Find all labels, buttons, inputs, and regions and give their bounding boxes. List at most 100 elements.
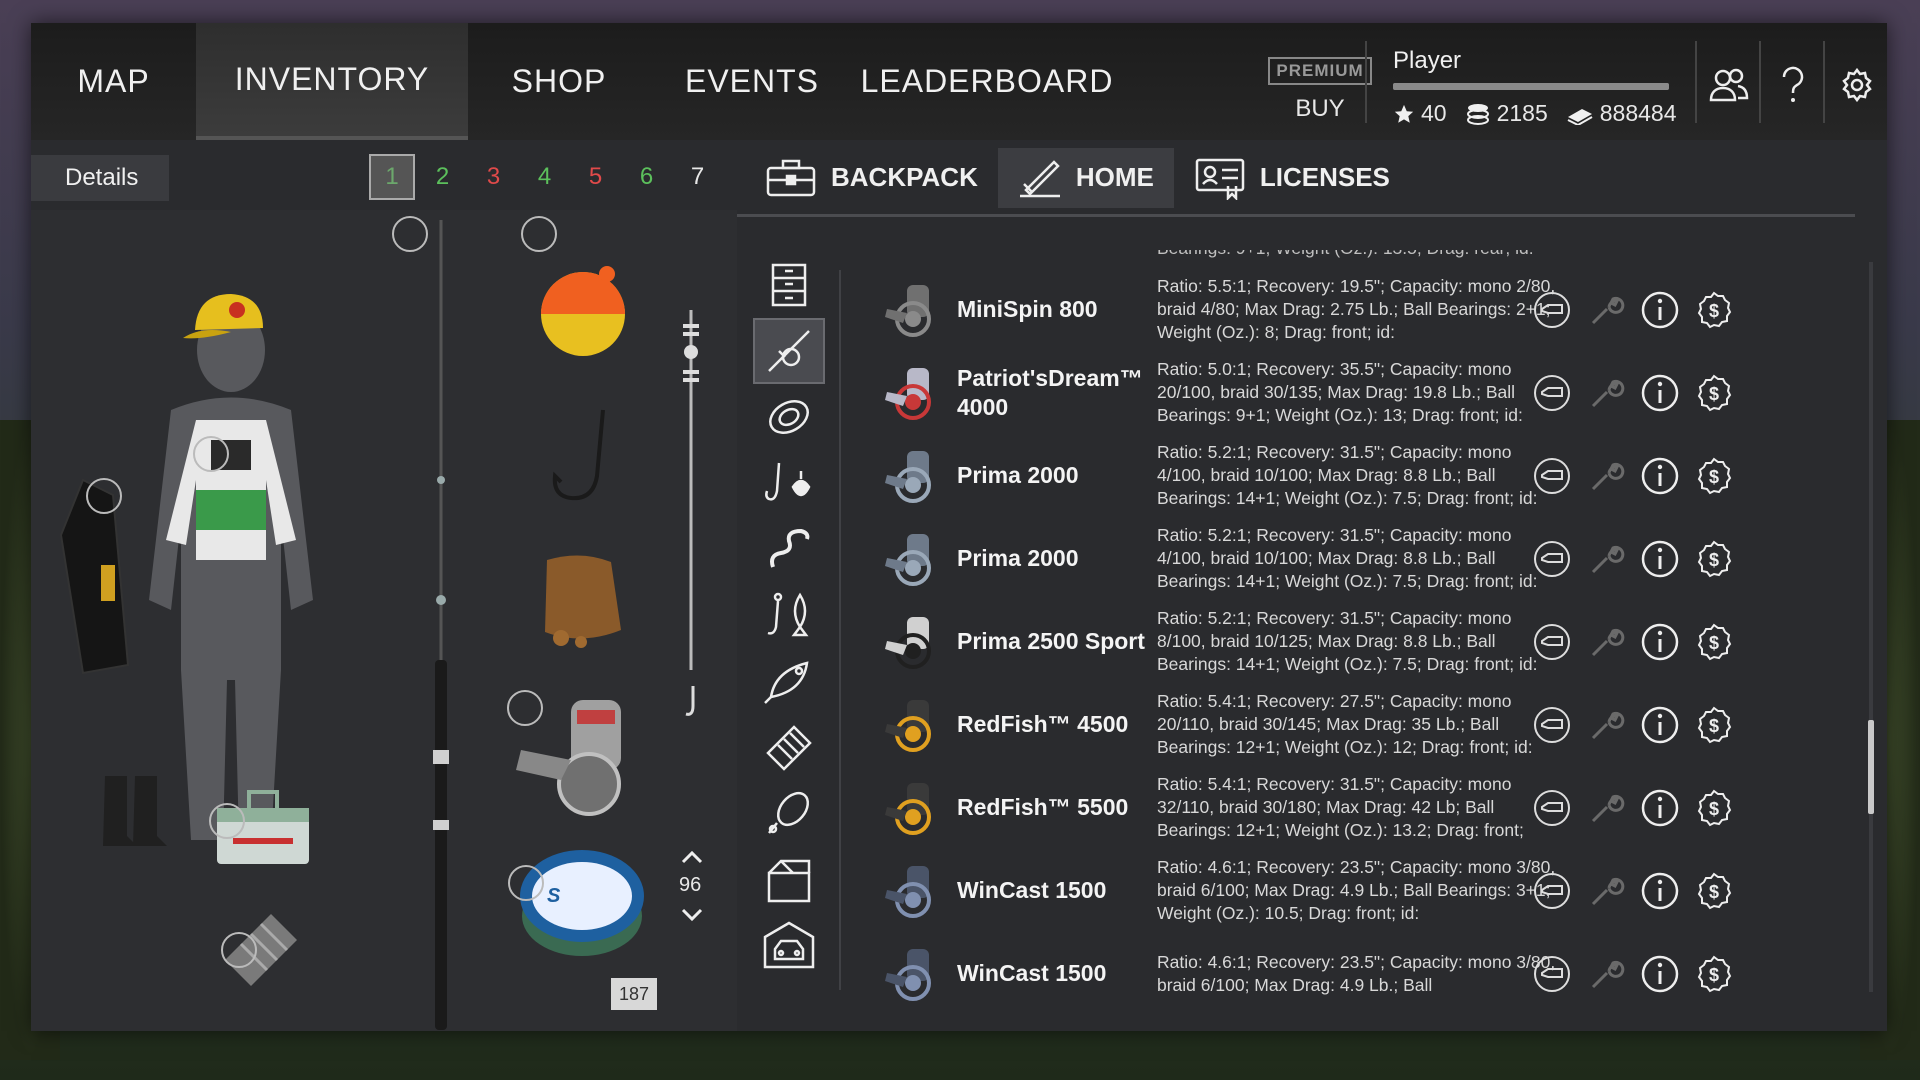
category-terminal-tackle[interactable] [753,450,825,516]
wrench-icon [1591,711,1625,739]
wrench-icon [1591,462,1625,490]
sell-button[interactable]: $ [1695,706,1733,744]
repair-button[interactable] [1587,374,1625,412]
page-4[interactable]: 4 [519,154,570,200]
home-icon [1019,159,1060,197]
info-button[interactable] [1641,291,1679,329]
sell-button[interactable]: $ [1695,789,1733,827]
nav-tab-inventory[interactable]: INVENTORY [196,23,468,140]
category-lures[interactable] [753,648,825,714]
sell-button[interactable]: $ [1695,623,1733,661]
reel-name: WinCast 1500 [957,960,1107,986]
scrollbar-thumb[interactable] [1868,719,1874,814]
box-icon [767,859,811,903]
settings-gear-icon[interactable] [1835,63,1879,107]
category-reels[interactable] [753,318,825,384]
chevron-up-icon[interactable] [681,850,703,864]
repair-button[interactable] [1587,955,1625,993]
tab-backpack[interactable]: BACKPACK [745,148,998,208]
list-item-partial: Bearings: 9+1; Weight (Oz.): 13.5; Drag:… [847,250,1847,268]
nav-tab-shop[interactable]: SHOP [468,23,650,140]
sell-button[interactable]: $ [1695,374,1733,412]
info-button[interactable] [1641,706,1679,744]
category-feeders[interactable] [753,714,825,780]
sell-button[interactable]: $ [1695,291,1733,329]
help-icon[interactable] [1771,63,1815,107]
list-item[interactable]: Prima 2500 Sport Ratio: 5.2:1; Recovery:… [847,600,1847,683]
equip-button[interactable] [1533,457,1571,495]
info-button[interactable] [1641,872,1679,910]
list-scrollbar[interactable] [1868,262,1874,992]
info-button[interactable] [1641,623,1679,661]
player-summary[interactable]: Player 40 2185 888484 [1393,47,1703,127]
equip-icon [1534,457,1570,494]
list-item[interactable]: Patriot'sDream™ 4000 Ratio: 5.0:1; Recov… [847,351,1847,434]
equip-button[interactable] [1533,955,1571,993]
equip-button[interactable] [1533,872,1571,910]
details-tab[interactable]: Details [31,155,169,201]
info-button[interactable] [1641,374,1679,412]
fishing-line-item[interactable]: S [517,840,647,960]
info-button[interactable] [1641,540,1679,578]
chevron-down-icon[interactable] [681,908,703,922]
page-7[interactable]: 7 [672,154,723,200]
repair-button[interactable] [1587,623,1625,661]
list-item[interactable]: WinCast 1500 Ratio: 4.6:1; Recovery: 23.… [847,932,1847,1002]
nav-tab-leaderboard[interactable]: LEADERBOARD [854,23,1120,140]
tab-licenses[interactable]: LICENSES [1174,148,1410,208]
repair-button[interactable] [1587,789,1625,827]
repair-button[interactable] [1587,872,1625,910]
category-live-bait[interactable] [753,582,825,648]
tab-home[interactable]: HOME [997,147,1174,208]
list-item[interactable]: Prima 2000 Ratio: 5.2:1; Recovery: 31.5"… [847,517,1847,600]
repair-button[interactable] [1587,457,1625,495]
boots-item[interactable] [99,772,171,848]
premium-buy-button[interactable]: PREMIUM BUY [1259,57,1381,127]
hook-item[interactable] [547,406,613,506]
category-all[interactable] [753,252,825,318]
equip-button[interactable] [1533,291,1571,329]
category-lines[interactable] [753,384,825,450]
list-item[interactable]: RedFish™ 4500 Ratio: 5.4:1; Recovery: 27… [847,683,1847,766]
bread-bait-item[interactable] [531,550,631,650]
cap-item[interactable] [181,290,273,352]
page-1[interactable]: 1 [369,154,415,200]
equip-button[interactable] [1533,623,1571,661]
nav-tab-events[interactable]: EVENTS [650,23,854,140]
category-baits[interactable] [753,516,825,582]
equip-button[interactable] [1533,789,1571,827]
reel-description: Ratio: 5.2:1; Recovery: 31.5"; Capacity:… [1157,442,1538,508]
sell-button[interactable]: $ [1695,457,1733,495]
buy-label: BUY [1295,95,1345,122]
equip-button[interactable] [1533,374,1571,412]
jacket-item[interactable] [161,410,301,560]
fishing-rod-item[interactable] [423,220,463,1030]
page-5[interactable]: 5 [570,154,621,200]
equipment-slots: S 187 96 [31,210,737,1031]
category-vehicles[interactable] [753,912,825,978]
equip-button[interactable] [1533,706,1571,744]
page-3[interactable]: 3 [468,154,519,200]
list-item[interactable]: RedFish™ 5500 Ratio: 5.4:1; Recovery: 31… [847,766,1847,849]
repair-button[interactable] [1587,291,1625,329]
info-button[interactable] [1641,457,1679,495]
sell-button[interactable]: $ [1695,955,1733,993]
page-6[interactable]: 6 [621,154,672,200]
sell-button[interactable]: $ [1695,872,1733,910]
page-2[interactable]: 2 [417,154,468,200]
bobber-item[interactable] [537,260,631,360]
equip-button[interactable] [1533,540,1571,578]
category-equipment[interactable] [753,846,825,912]
depth-slider[interactable] [678,310,704,720]
list-item[interactable]: Prima 2000 Ratio: 5.2:1; Recovery: 31.5"… [847,434,1847,517]
repair-button[interactable] [1587,540,1625,578]
repair-button[interactable] [1587,706,1625,744]
list-item[interactable]: MiniSpin 800 Ratio: 5.5:1; Recovery: 19.… [847,268,1847,351]
nav-tab-map[interactable]: MAP [31,23,196,140]
sell-button[interactable]: $ [1695,540,1733,578]
category-spoons[interactable] [753,780,825,846]
info-button[interactable] [1641,789,1679,827]
info-button[interactable] [1641,955,1679,993]
friends-icon[interactable] [1707,63,1751,107]
list-item[interactable]: WinCast 1500 Ratio: 4.6:1; Recovery: 23.… [847,849,1847,932]
